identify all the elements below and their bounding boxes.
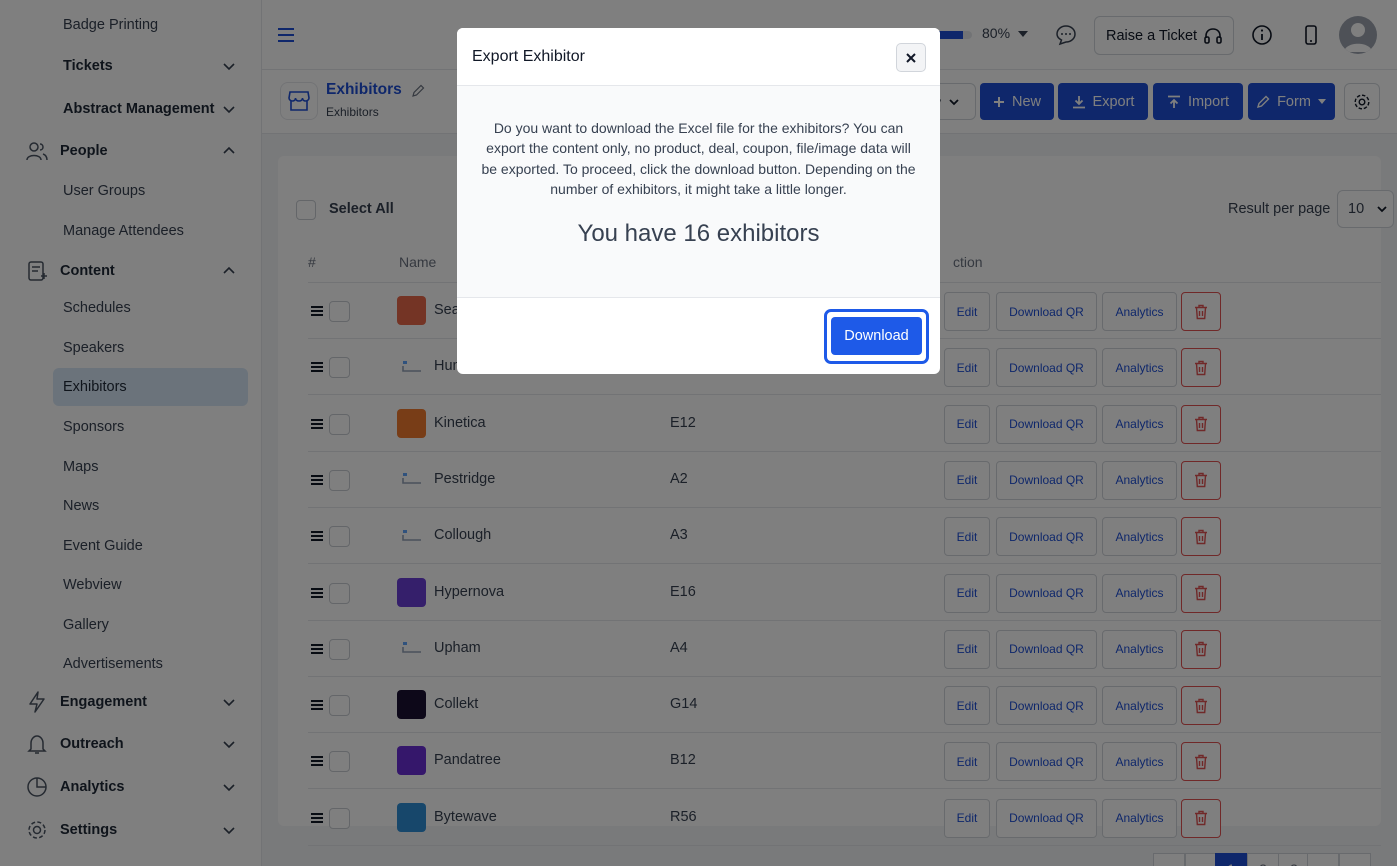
close-button[interactable] [896,43,926,72]
modal-title: Export Exhibitor [472,48,585,65]
exhibitor-count: You have 16 exhibitors [577,220,820,247]
modal-header: Export Exhibitor [457,28,940,86]
download-button[interactable]: Download [831,317,922,355]
modal-description: Do you want to download the Excel file f… [481,120,916,198]
modal-body: Do you want to download the Excel file f… [457,86,940,298]
export-exhibitor-modal: Export Exhibitor Do you want to download… [457,28,940,374]
close-icon [906,52,916,63]
